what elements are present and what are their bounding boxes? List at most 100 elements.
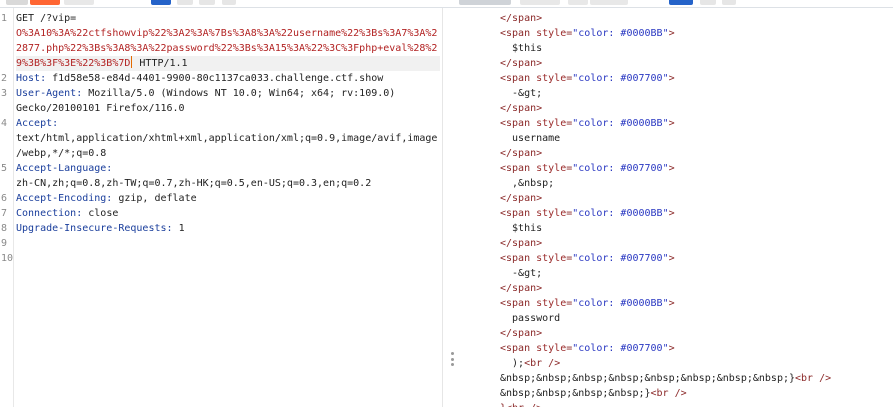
html-markup: "color: #007700" [572,163,669,174]
response-line[interactable]: </span> [500,56,893,71]
request-newline-icon[interactable] [177,0,193,5]
request-line[interactable]: Accept-Encoding: gzip, deflate [16,191,440,206]
response-tab-hex[interactable] [568,0,588,5]
request-line[interactable]: 2877.php%22%3Bs%3A8%3A%22password%22%3Bs… [16,41,440,56]
response-line[interactable]: $this [500,221,893,236]
tab-raw[interactable] [6,0,28,5]
response-line[interactable]: </span> [500,281,893,296]
html-markup: <span [500,73,537,84]
response-line[interactable]: &nbsp;&nbsp;&nbsp;&nbsp;}<br /> [500,386,893,401]
request-line[interactable] [16,236,440,251]
response-line[interactable]: $this [500,41,893,56]
request-line[interactable]: User-Agent: Mozilla/5.0 (Windows NT 10.0… [16,86,440,101]
html-markup: }<br /> [500,403,542,407]
request-line[interactable]: Accept: [16,116,440,131]
line-number: 5 [1,163,8,174]
pane-splitter[interactable] [442,8,467,407]
html-markup: <span [500,298,537,309]
response-line[interactable]: <span style="color: #0000BB"> [500,26,893,41]
response-line[interactable]: </span> [500,146,893,161]
request-text[interactable]: GET /?vip= O%3A10%3A%22ctfshowvip%22%3A2%… [16,11,440,266]
response-line[interactable]: -&gt; [500,266,893,281]
request-text-segment: f1d58e58-e84d-4401-9900-80c1137ca033.cha… [46,73,384,84]
request-line[interactable]: GET /?vip= [16,11,440,26]
response-line[interactable]: -&gt; [500,86,893,101]
request-text-segment: 9%3B%3F%3E%22%3B%7D [16,58,131,69]
response-line[interactable]: );<br /> [500,356,893,371]
response-line[interactable]: </span> [500,101,893,116]
response-text-segment: -&gt; [500,88,543,99]
html-markup: style [536,163,567,174]
response-render-button[interactable] [590,0,628,5]
response-line[interactable]: </span> [500,191,893,206]
response-text[interactable]: </span> <span style="color: #0000BB"> $th… [500,11,893,407]
response-tab-raw[interactable] [520,0,560,5]
response-line[interactable]: </span> [500,11,893,26]
tab-hex[interactable] [64,0,94,5]
header-name: User-Agent: [16,88,83,99]
request-line[interactable]: text/html,application/xhtml+xml,applicat… [16,131,440,146]
response-inspector-button[interactable] [669,0,693,5]
request-editor[interactable]: 1 2 3 4 5 6 7 8 9 10 GET /?vip= O%3A10%3A%22ctfsho… [0,8,442,407]
response-text-segment: -&gt; [500,268,543,279]
html-markup: </span> [500,148,543,159]
response-line[interactable]: <span style="color: #007700"> [500,161,893,176]
request-line[interactable]: zh-CN,zh;q=0.8,zh-TW;q=0.7,zh-HK;q=0.5,e… [16,176,440,191]
html-markup: "color: #0000BB" [572,298,669,309]
request-line[interactable]: Connection: close [16,206,440,221]
html-markup: > [668,298,675,309]
request-line[interactable]: 9%3B%3F%3E%22%3B%7D HTTP/1.1 [16,56,440,71]
response-line[interactable]: ,&nbsp; [500,176,893,191]
line-number-gutter: 1 2 3 4 5 6 7 8 9 10 [0,8,14,407]
html-markup: </span> [500,103,543,114]
html-markup: style [536,118,567,129]
response-line[interactable]: <span style="color: #0000BB"> [500,116,893,131]
request-line[interactable]: Upgrade-Insecure-Requests: 1 [16,221,440,236]
line-number: 7 [1,208,8,219]
request-wrap-icon[interactable] [199,0,215,5]
html-markup: </span> [500,58,543,69]
header-name: Accept: [16,118,59,129]
response-newline-icon[interactable] [700,0,716,5]
editor-toolbar [0,0,893,8]
html-markup: style [536,298,567,309]
line-number: 9 [1,238,8,249]
html-markup: style [536,73,567,84]
request-line[interactable]: Host: f1d58e58-e84d-4401-9900-80c1137ca0… [16,71,440,86]
response-line[interactable]: <span style="color: #007700"> [500,341,893,356]
request-inspector-button[interactable] [151,0,171,5]
response-line[interactable]: <span style="color: #007700"> [500,251,893,266]
response-line[interactable]: <span style="color: #0000BB"> [500,296,893,311]
response-menu-icon[interactable] [722,0,736,5]
html-markup: </span> [500,13,543,24]
response-line[interactable]: <span style="color: #0000BB"> [500,206,893,221]
response-line[interactable]: &nbsp;&nbsp;&nbsp;&nbsp;&nbsp;&nbsp;&nbs… [500,371,893,386]
response-line[interactable]: }<br /> [500,401,893,407]
response-line[interactable]: password [500,311,893,326]
html-markup: > [668,343,675,354]
header-name: Accept-Encoding: [16,193,113,204]
html-markup: <span [500,253,537,264]
request-text-segment: 2877.php%22%3Bs%3A8%3A%22password%22%3Bs… [16,43,438,54]
splitter-grip-icon[interactable] [451,352,454,366]
html-markup: </span> [500,328,543,339]
response-line[interactable]: </span> [500,326,893,341]
response-tab-pretty[interactable] [459,0,511,5]
html-markup: style [536,343,567,354]
response-editor[interactable]: </span> <span style="color: #0000BB"> $th… [466,8,893,407]
tab-pretty[interactable] [30,0,60,5]
html-markup: "color: #007700" [572,73,669,84]
request-line[interactable]: Accept-Language: [16,161,440,176]
request-menu-icon[interactable] [222,0,236,5]
html-markup: "color: #007700" [572,343,669,354]
html-markup: <span [500,118,537,129]
request-line[interactable]: O%3A10%3A%22ctfshowvip%22%3A2%3A%7Bs%3A8… [16,26,440,41]
html-markup: > [668,118,675,129]
request-line[interactable]: Gecko/20100101 Firefox/116.0 [16,101,440,116]
request-line[interactable] [16,251,440,266]
response-line[interactable]: <span style="color: #007700"> [500,71,893,86]
response-line[interactable]: </span> [500,236,893,251]
request-line[interactable]: /webp,*/*;q=0.8 [16,146,440,161]
line-number: 8 [1,223,8,234]
response-line[interactable]: username [500,131,893,146]
